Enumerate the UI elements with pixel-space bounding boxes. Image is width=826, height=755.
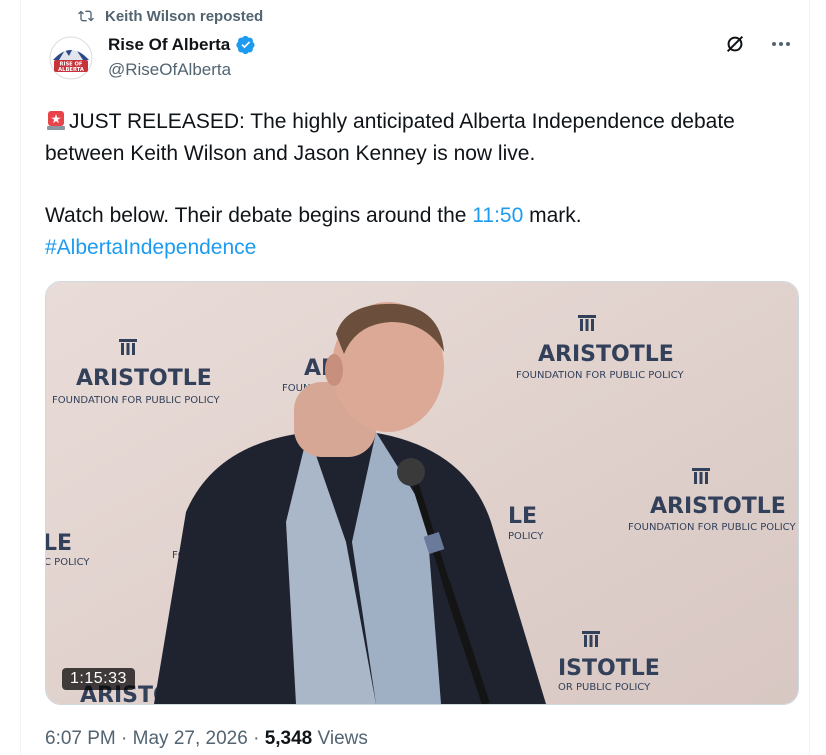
grok-icon: [726, 35, 744, 53]
tweet-line-2-post: mark.: [523, 204, 582, 227]
tweet-actions-top: [721, 30, 795, 58]
svg-text:ALBERTA: ALBERTA: [58, 67, 84, 73]
banner-subtitle: FOUNDATION FOR PUBLIC POLICY: [52, 395, 220, 406]
siren-emoji-icon: [47, 111, 65, 130]
tweet-time[interactable]: 6:07 PM: [45, 728, 116, 749]
repost-indicator[interactable]: Keith Wilson reposted: [77, 6, 263, 26]
banner-fragment: LE: [508, 504, 537, 529]
avatar-logo-icon: RISE OF ALBERTA: [49, 36, 93, 80]
views-count: 5,348: [264, 728, 313, 749]
tweet-card[interactable]: Keith Wilson reposted RISE OF ALBERTA Ri…: [20, 0, 810, 755]
avatar[interactable]: RISE OF ALBERTA: [49, 36, 93, 80]
banner-title: ARISTOTLE: [650, 494, 786, 519]
tweet-line-2-pre: Watch below. Their debate begins around …: [45, 204, 473, 227]
banner-fragment: ISTOTLE: [558, 656, 660, 681]
tweet-text: JUST RELEASED: The highly anticipated Al…: [45, 106, 775, 264]
banner-fragment: POLICY: [508, 531, 544, 542]
more-options-button[interactable]: [767, 30, 795, 58]
tweet-meta: 6:07 PM · May 27, 2026 · 5,348 Views: [45, 728, 368, 750]
banner-fragment: OR PUBLIC POLICY: [558, 682, 651, 693]
repost-icon: [78, 10, 94, 22]
banner-subtitle: FOUNDATION FOR PUBLIC POLICY: [516, 370, 684, 381]
hashtag-link[interactable]: #AlbertaIndependence: [45, 236, 256, 259]
banner-title: ARISTOTLE: [538, 342, 674, 367]
tweet-line-1: JUST RELEASED: The highly anticipated Al…: [45, 110, 735, 165]
meta-separator: ·: [121, 728, 128, 749]
more-icon: [772, 42, 790, 46]
banner-title: ARISTOTLE: [76, 366, 212, 391]
video-player[interactable]: ARISTOTLE FOUNDATION FOR PUBLIC POLICY A…: [45, 281, 799, 705]
repost-label: Keith Wilson reposted: [105, 7, 264, 25]
banner-fragment: LE: [46, 531, 72, 556]
meta-separator: ·: [253, 728, 260, 749]
views-label: Views: [317, 728, 368, 749]
grok-button[interactable]: [721, 30, 749, 58]
author-name[interactable]: Rise Of Alberta: [108, 35, 230, 55]
video-frame: ARISTOTLE FOUNDATION FOR PUBLIC POLICY A…: [46, 282, 798, 704]
author-block: Rise Of Alberta @RiseOfAlberta: [108, 33, 256, 80]
banner-fragment: C POLICY: [46, 557, 90, 568]
author-handle[interactable]: @RiseOfAlberta: [108, 60, 256, 80]
timestamp-link[interactable]: 11:50: [472, 204, 523, 227]
verified-badge-icon: [236, 35, 255, 55]
video-duration: 1:15:33: [62, 668, 135, 690]
banner-subtitle: FOUNDATION FOR PUBLIC POLICY: [628, 522, 796, 533]
tweet-date[interactable]: May 27, 2026: [133, 728, 248, 749]
